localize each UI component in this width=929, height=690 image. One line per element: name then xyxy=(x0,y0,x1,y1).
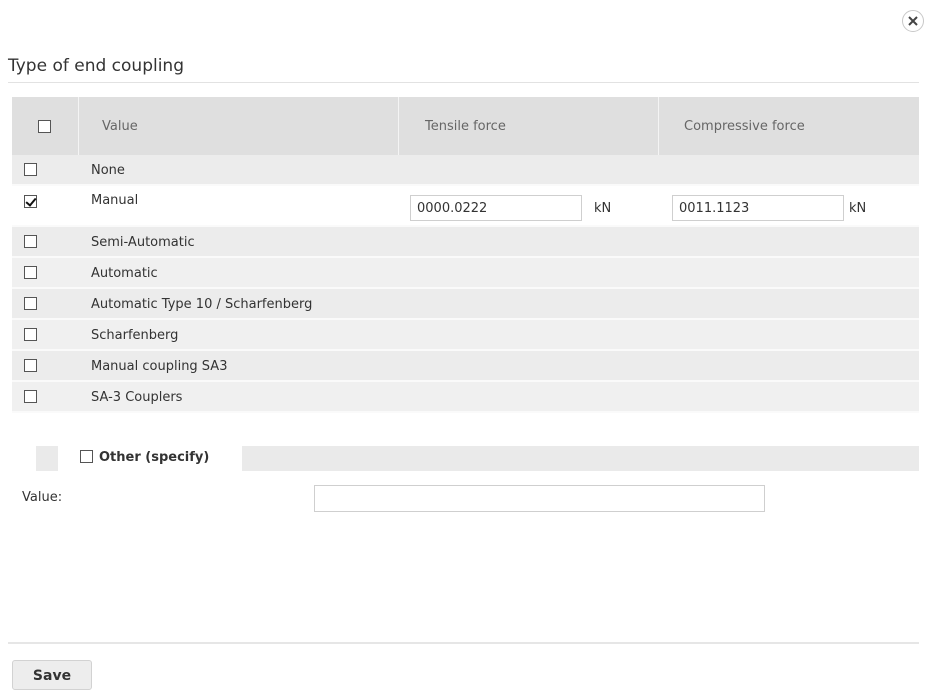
tensile-force-input[interactable] xyxy=(410,195,582,221)
table-row: SA-3 Couplers xyxy=(12,382,919,413)
table-row: Scharfenberg xyxy=(12,320,919,351)
save-button[interactable]: Save xyxy=(12,660,92,690)
row-label: Manual xyxy=(91,193,139,208)
compressive-force-input[interactable] xyxy=(672,195,844,221)
row-checkbox[interactable] xyxy=(24,390,37,403)
close-icon xyxy=(908,16,918,26)
table-row: Automatic xyxy=(12,258,919,289)
table-row: Manual coupling SA3 xyxy=(12,351,919,382)
value-label: Value: xyxy=(22,490,63,505)
other-checkbox[interactable] xyxy=(80,450,93,463)
select-all-checkbox[interactable] xyxy=(38,119,51,133)
other-value-input[interactable] xyxy=(314,485,765,512)
row-checkbox[interactable] xyxy=(24,235,37,248)
row-checkbox[interactable] xyxy=(24,163,37,176)
row-checkbox[interactable] xyxy=(24,195,37,208)
row-checkbox[interactable] xyxy=(24,297,37,310)
table-row: None xyxy=(12,155,919,186)
row-label: Semi-Automatic xyxy=(91,235,195,250)
row-label: SA-3 Couplers xyxy=(91,390,183,405)
row-label: Automatic Type 10 / Scharfenberg xyxy=(91,297,313,312)
row-label: Manual coupling SA3 xyxy=(91,359,228,374)
tensile-unit: kN xyxy=(594,201,612,216)
table-row: Automatic Type 10 / Scharfenberg xyxy=(12,289,919,320)
close-button[interactable] xyxy=(902,10,924,32)
table-header: Value Tensile force Compressive force xyxy=(12,97,919,155)
dialog-title: Type of end coupling xyxy=(8,56,184,76)
table-row: Semi-Automatic xyxy=(12,227,919,258)
row-checkbox[interactable] xyxy=(24,266,37,279)
row-label: Scharfenberg xyxy=(91,328,179,343)
compressive-unit: kN xyxy=(849,201,867,216)
table-row: Manual kN kN xyxy=(12,186,919,227)
row-checkbox[interactable] xyxy=(24,328,37,341)
title-divider xyxy=(8,82,919,83)
footer-divider xyxy=(8,642,919,644)
other-label: Other (specify) xyxy=(99,450,210,465)
row-label: None xyxy=(91,163,125,178)
header-value: Value xyxy=(102,118,138,134)
header-tensile-force: Tensile force xyxy=(425,118,506,134)
row-checkbox[interactable] xyxy=(24,359,37,372)
row-label: Automatic xyxy=(91,266,158,281)
coupling-table: Value Tensile force Compressive force No… xyxy=(12,97,919,413)
header-compressive-force: Compressive force xyxy=(684,118,805,134)
